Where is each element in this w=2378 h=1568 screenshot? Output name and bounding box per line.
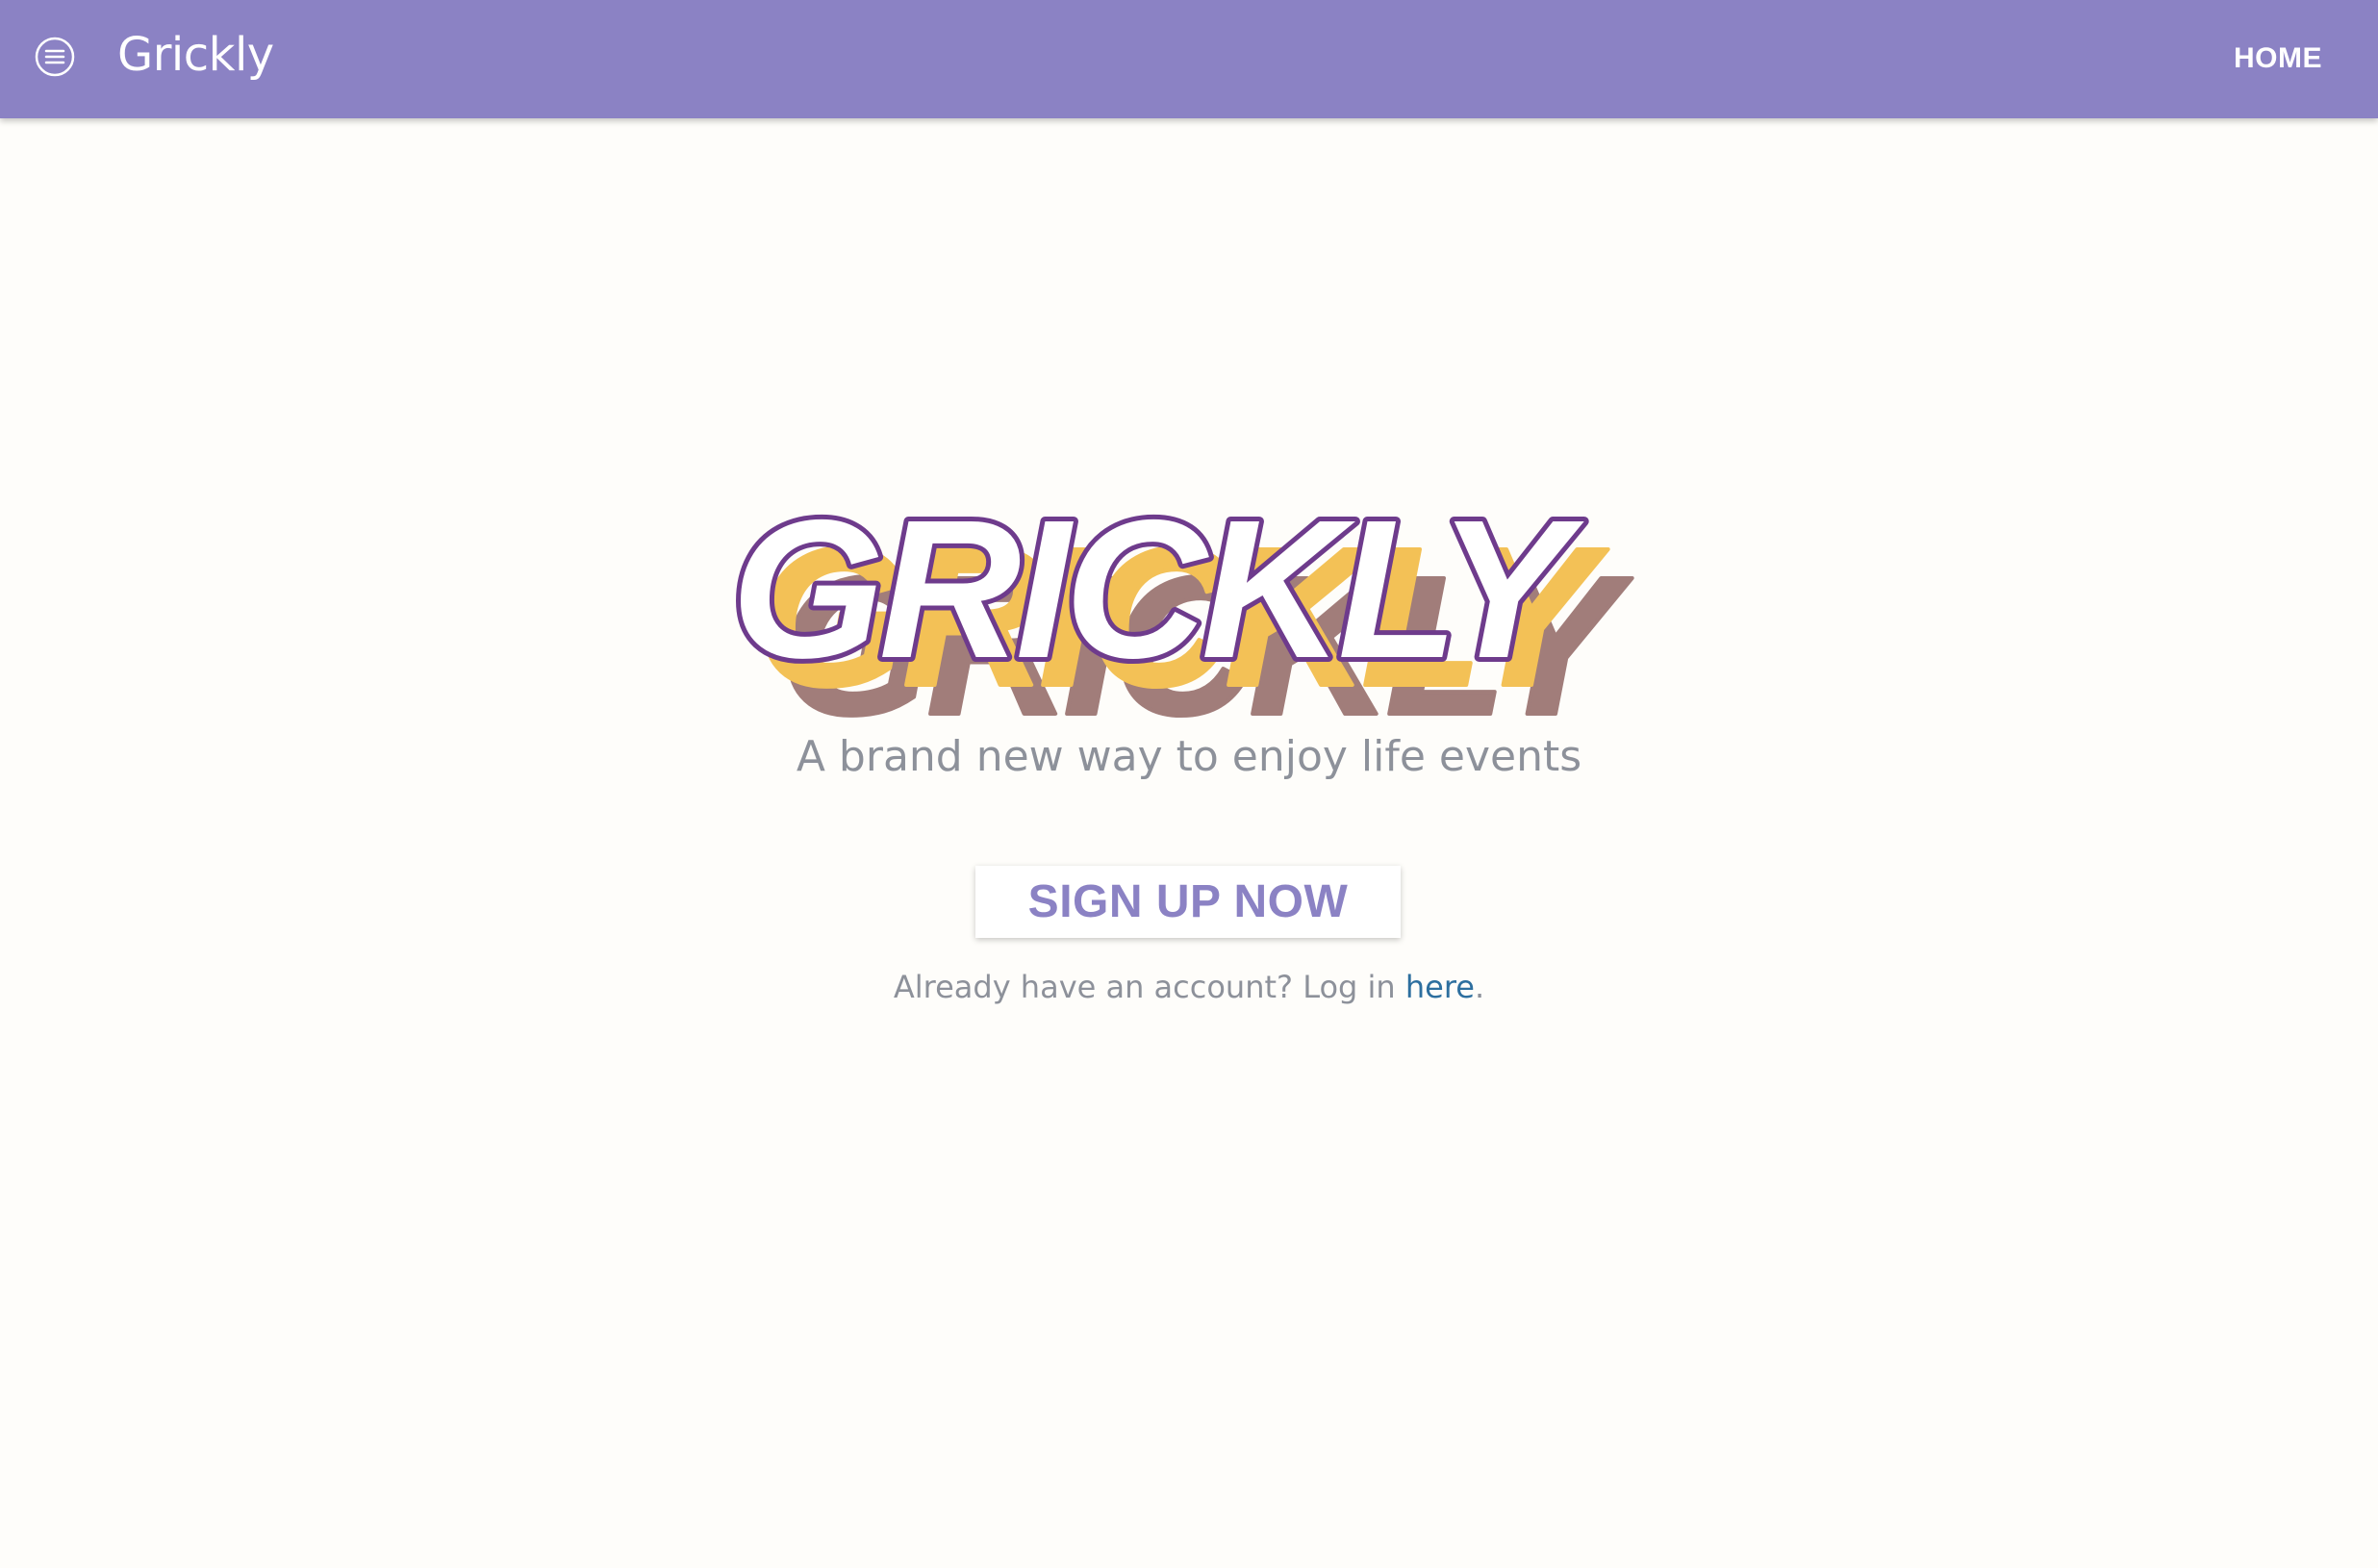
sign-up-button[interactable]: SIGN UP NOW [975,866,1401,938]
login-here-link[interactable]: here [1405,969,1475,1005]
grickly-logo: GRICKLY GRICKLY GRICKLY [726,471,1732,758]
nav-home-link[interactable]: HOME [2234,38,2322,79]
login-prompt-suffix: . [1474,969,1485,1005]
menu-icon [35,37,75,77]
login-prompt: Already have an account? Log in here. [0,962,2378,1012]
login-prompt-text: Already have an account? Log in [893,969,1405,1005]
tagline: A brand new way to enjoy life events [796,732,1582,781]
svg-text:GRICKLY: GRICKLY [731,479,1585,699]
top-navbar: Grickly HOME [0,0,2378,118]
brand-title[interactable]: Grickly [117,23,274,87]
menu-button[interactable] [35,37,75,77]
